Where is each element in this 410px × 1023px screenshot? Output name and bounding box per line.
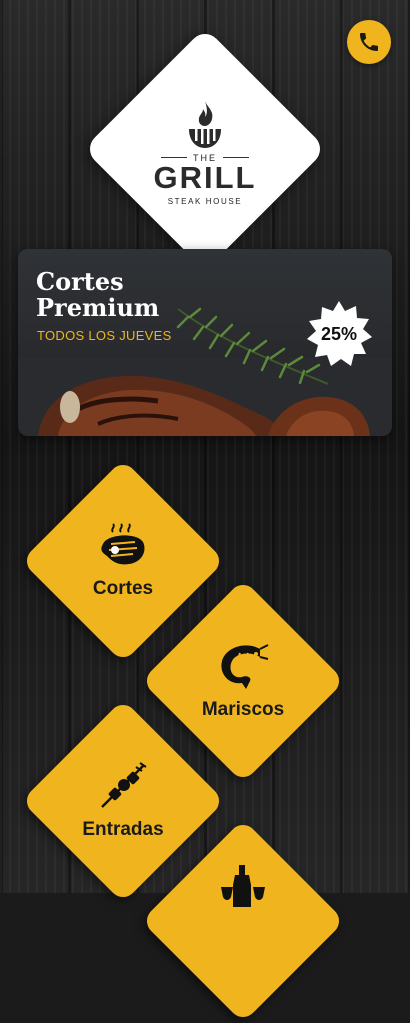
logo-subtitle: STEAK HOUSE <box>167 196 243 206</box>
promo-subtitle: TODOS LOS JUEVES <box>37 328 172 343</box>
flame-grill-icon <box>189 100 221 148</box>
promo-banner[interactable]: Cortes Premium TODOS LOS JUEVES 25% <box>18 249 392 436</box>
brand-logo[interactable]: THE GRILL STEAK HOUSE <box>82 26 328 272</box>
discount-badge: 25% <box>304 299 374 369</box>
shrimp-icon <box>221 644 269 689</box>
steak-icon <box>101 523 145 565</box>
drinks-icon <box>221 865 265 907</box>
skewer-icon <box>101 762 147 808</box>
logo-name: GRILL <box>153 159 257 195</box>
call-button[interactable] <box>347 20 391 64</box>
promo-title: Cortes Premium <box>36 267 160 322</box>
phone-icon <box>360 33 378 51</box>
category-bebidas[interactable] <box>141 819 345 1023</box>
